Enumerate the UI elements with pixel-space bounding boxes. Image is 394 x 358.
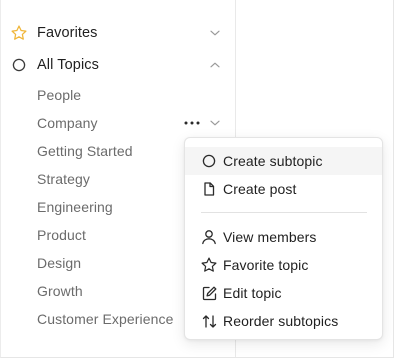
sidebar-item-customer-experience[interactable]: Customer Experience [37,308,174,330]
menu-divider [201,212,367,213]
document-icon [200,180,218,198]
topic-context-menu: Create subtopic Create post View members [184,137,383,340]
sidebar-item-design[interactable]: Design [37,252,81,274]
chevron-down-icon[interactable] [208,116,222,130]
menu-item-favorite-topic[interactable]: Favorite topic [185,251,382,279]
menu-item-label: Favorite topic [223,257,309,273]
chevron-down-icon[interactable] [208,26,222,40]
sidebar-item-product[interactable]: Product [37,224,86,246]
menu-item-edit-topic[interactable]: Edit topic [185,279,382,307]
chevron-up-icon[interactable] [208,58,222,72]
person-icon [200,228,218,246]
sidebar-item-label: All Topics [37,57,99,73]
more-options-icon[interactable] [182,113,202,133]
star-icon [200,256,218,274]
menu-item-view-members[interactable]: View members [185,223,382,251]
menu-item-label: Reorder subtopics [223,313,339,329]
sidebar-item-people[interactable]: People [37,84,81,106]
menu-item-label: View members [223,229,317,245]
sidebar-item-favorites[interactable]: Favorites [1,19,235,47]
app-frame: Favorites All Topics People Company Gett… [0,0,394,358]
sidebar-item-getting-started[interactable]: Getting Started [37,140,133,162]
menu-item-create-post[interactable]: Create post [185,175,382,203]
edit-icon [200,284,218,302]
circle-icon [10,56,28,74]
sidebar-item-engineering[interactable]: Engineering [37,196,113,218]
sidebar-item-growth[interactable]: Growth [37,280,83,302]
sidebar-item-strategy[interactable]: Strategy [37,168,90,190]
circle-icon [200,152,218,170]
sidebar-item-all-topics[interactable]: All Topics [1,51,235,79]
sidebar-item-company[interactable]: Company [37,112,98,134]
menu-item-reorder-subtopics[interactable]: Reorder subtopics [185,307,382,335]
reorder-icon [200,312,218,330]
menu-item-create-subtopic[interactable]: Create subtopic [185,147,382,175]
menu-item-label: Create post [223,181,297,197]
menu-item-label: Create subtopic [223,153,323,169]
menu-item-label: Edit topic [223,285,282,301]
star-icon [10,24,28,42]
sidebar-item-label: Favorites [37,25,98,41]
